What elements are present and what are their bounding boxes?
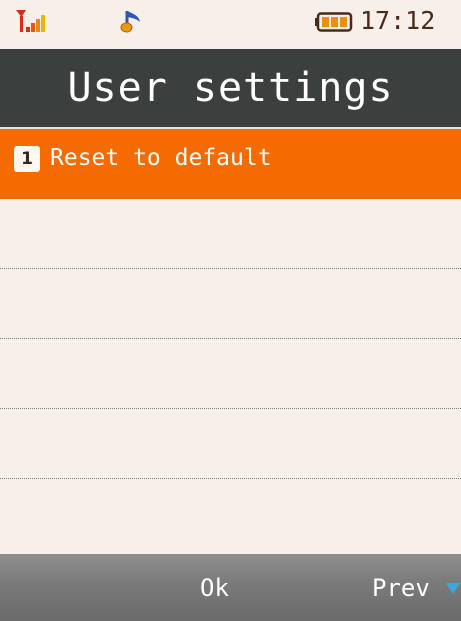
status-clock: 17:12: [360, 6, 436, 35]
battery-icon: [315, 12, 353, 32]
settings-menu-list: 1 Reset to default: [0, 129, 461, 554]
ok-softkey[interactable]: Ok: [200, 568, 229, 608]
prev-softkey[interactable]: Prev: [372, 568, 430, 608]
down-arrow-icon: [446, 583, 460, 594]
empty-list-row: [0, 199, 461, 269]
empty-list-row: [0, 409, 461, 479]
signal-strength-icon: [16, 10, 45, 32]
softkey-bar: Ok Prev: [0, 554, 461, 621]
title-bar: User settings: [0, 49, 461, 129]
menu-item-label: Reset to default: [50, 145, 272, 171]
phone-screen: 17:12 User settings 1 Reset to default O…: [0, 0, 461, 621]
music-note-icon: [120, 11, 140, 33]
menu-item-number-badge: 1: [14, 146, 40, 172]
page-title: User settings: [67, 65, 394, 111]
menu-item-reset-to-default[interactable]: 1 Reset to default: [0, 129, 461, 199]
status-bar: 17:12: [0, 0, 461, 49]
empty-list-row: [0, 339, 461, 409]
empty-list-row: [0, 269, 461, 339]
